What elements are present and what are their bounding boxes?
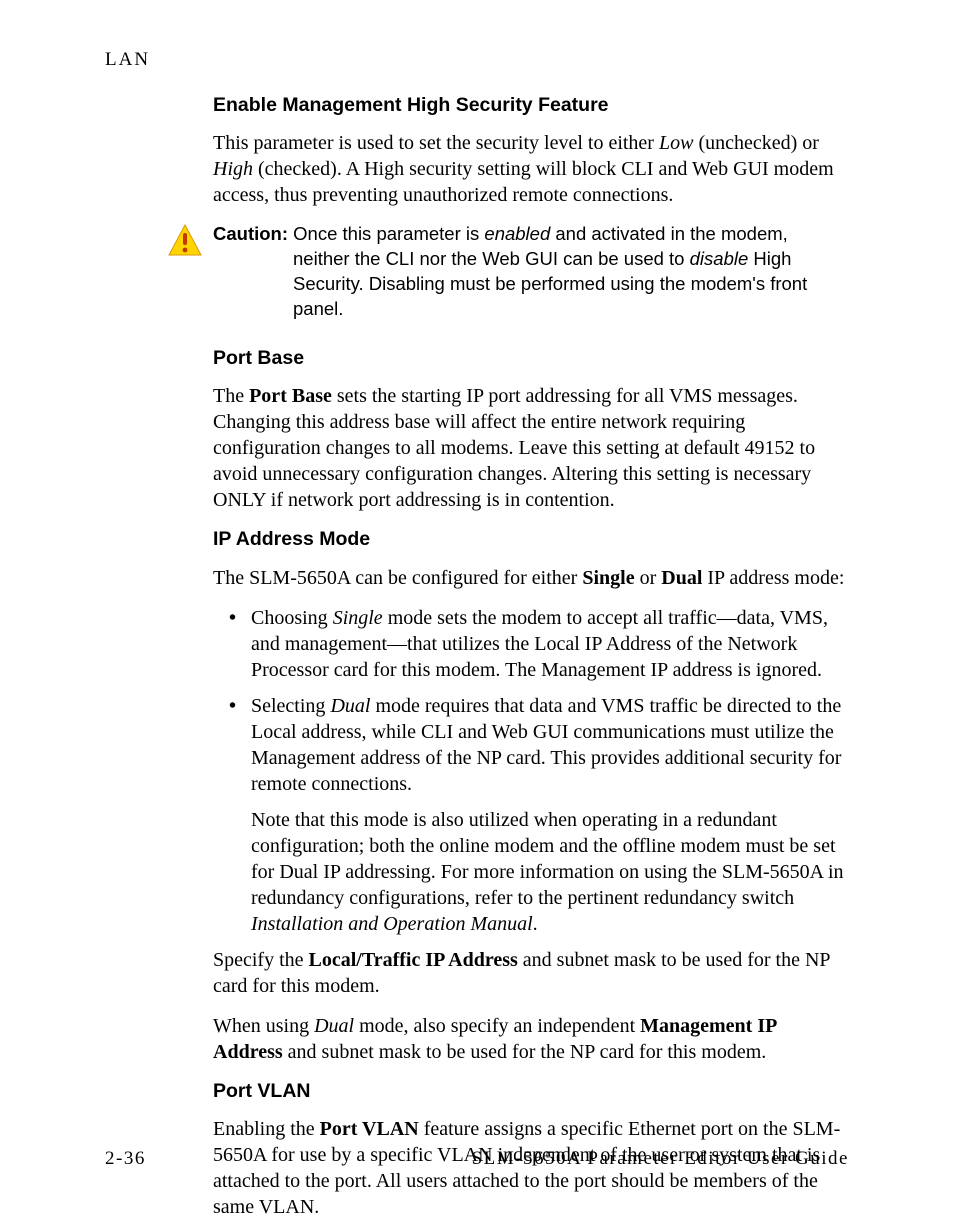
- text: (checked). A High security setting will …: [213, 158, 834, 206]
- heading-port-base: Port Base: [213, 346, 849, 371]
- text: Selecting: [251, 695, 330, 717]
- text: Once this parameter is: [288, 223, 484, 244]
- text: IP address mode:: [702, 567, 844, 589]
- heading-ip-mode: IP Address Mode: [213, 527, 849, 552]
- page-number: 2-36: [105, 1147, 146, 1172]
- text: (unchecked) or: [693, 132, 819, 154]
- page-footer: 2-36 SLM-5650A Parameter Editor User Gui…: [105, 1147, 849, 1172]
- heading-enable-security: Enable Management High Security Feature: [213, 93, 849, 118]
- footer-title: SLM-5650A Parameter Editor User Guide: [472, 1147, 849, 1172]
- caution-text: Caution: Once this parameter is enabled …: [213, 222, 849, 322]
- para-specify-local: Specify the Local/Traffic IP Address and…: [213, 947, 849, 999]
- text-italic: Low: [659, 132, 693, 154]
- caution-block: Caution: Once this parameter is enabled …: [168, 222, 849, 322]
- text: Choosing: [251, 607, 333, 629]
- text: mode, also specify an independent: [354, 1015, 640, 1037]
- text-italic: Installation and Operation Manual: [251, 913, 533, 935]
- text-italic: High: [213, 158, 253, 180]
- document-page: LAN Enable Management High Security Feat…: [0, 0, 954, 1227]
- text: Specify the: [213, 949, 309, 971]
- caution-label: Caution:: [213, 223, 288, 244]
- text-bold: Single: [582, 567, 634, 589]
- text: This parameter is used to set the securi…: [213, 132, 659, 154]
- text: Note that this mode is also utilized whe…: [251, 809, 844, 909]
- heading-port-vlan: Port VLAN: [213, 1079, 849, 1104]
- list-item-subpara: Note that this mode is also utilized whe…: [251, 807, 849, 937]
- para-enable-security: This parameter is used to set the securi…: [213, 130, 849, 208]
- text-bold: Port Base: [249, 385, 332, 407]
- text-bold: Dual: [661, 567, 702, 589]
- text-italic: Dual: [314, 1015, 354, 1037]
- list-item: Choosing Single mode sets the modem to a…: [247, 605, 849, 683]
- text-italic: Dual: [330, 695, 370, 717]
- text-italic: disable: [690, 248, 749, 269]
- warning-icon: [168, 222, 213, 265]
- text-italic: enabled: [484, 223, 550, 244]
- text: .: [533, 913, 538, 935]
- para-port-base: The Port Base sets the starting IP port …: [213, 383, 849, 513]
- text: The: [213, 385, 249, 407]
- text: or: [635, 567, 662, 589]
- text: and subnet mask to be used for the NP ca…: [283, 1041, 767, 1063]
- ip-mode-list: Choosing Single mode sets the modem to a…: [213, 605, 849, 937]
- para-dual-mode: When using Dual mode, also specify an in…: [213, 1013, 849, 1065]
- text-bold: Port VLAN: [320, 1118, 419, 1140]
- text-bold: Local/Traffic IP Address: [309, 949, 518, 971]
- body-content: Enable Management High Security Feature …: [213, 93, 849, 1220]
- text: When using: [213, 1015, 314, 1037]
- text: The SLM-5650A can be configured for eith…: [213, 567, 582, 589]
- running-header: LAN: [105, 48, 849, 73]
- text-italic: Single: [333, 607, 383, 629]
- list-item: Selecting Dual mode requires that data a…: [247, 693, 849, 937]
- para-ip-mode-intro: The SLM-5650A can be configured for eith…: [213, 565, 849, 591]
- text: Enabling the: [213, 1118, 320, 1140]
